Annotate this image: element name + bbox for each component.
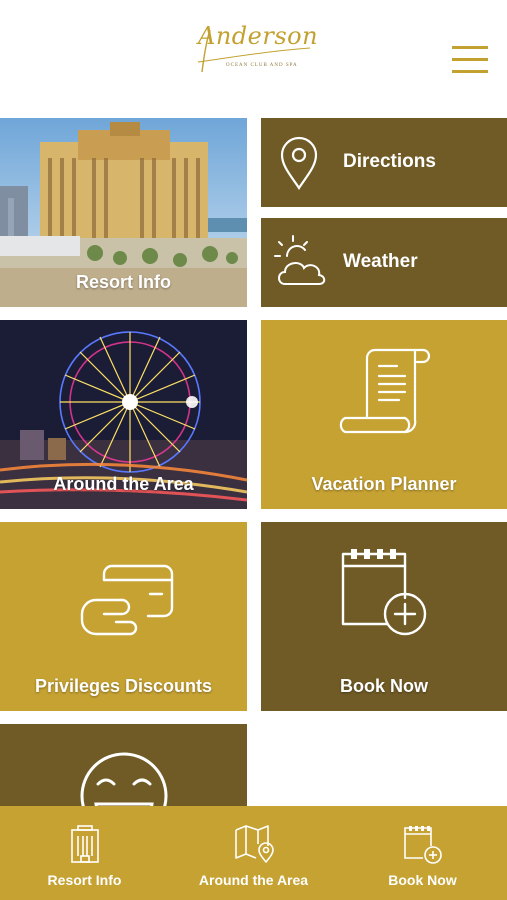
scroll-document-icon [339,348,431,434]
app-header: Anderson OCEAN CLUB AND SPA [0,0,507,110]
tab-around-the-area[interactable]: Around the Area [169,806,338,900]
building-icon [70,825,99,863]
tile-resort-info[interactable]: Resort Info [0,118,247,307]
tile-book-now[interactable]: Book Now [261,522,507,711]
tile-label: Resort Info [75,272,171,292]
tile-vacation-planner[interactable]: Vacation Planner [261,320,507,509]
tile-partial-smiley[interactable] [0,724,247,806]
tile-label: Directions [343,151,436,172]
tile-label: Vacation Planner [311,474,457,494]
tile-label: Book Now [340,676,428,696]
tab-label: Around the Area [198,872,309,888]
anderson-logo: Anderson OCEAN CLUB AND SPA [196,22,319,84]
tile-privileges-discounts[interactable]: Privileges Discounts [0,522,247,711]
tab-label: Book Now [388,872,457,888]
tile-label: Weather [343,251,418,272]
bottom-tab-bar: Resort Info Around the Area Book Now [0,806,507,900]
map-pin-icon [234,825,274,863]
weather-cloud-sun-icon [274,235,326,285]
calendar-plus-icon [403,826,442,864]
logo-subtitle: OCEAN CLUB AND SPA [226,63,298,68]
logo-wordmark: Anderson [198,22,319,50]
tab-label: Resort Info [47,872,122,888]
tab-resort-info[interactable]: Resort Info [0,806,169,900]
tab-book-now[interactable]: Book Now [338,806,507,900]
tile-around-the-area[interactable]: Around the Area [0,320,247,509]
calendar-plus-icon [341,549,427,636]
menu-line [452,58,488,61]
tile-weather[interactable]: Weather [261,218,507,307]
credit-card-hand-icon [80,564,174,636]
hamburger-menu-button[interactable] [448,42,492,78]
tile-directions[interactable]: Directions [261,118,507,207]
menu-line [452,46,488,49]
tile-label: Privileges Discounts [34,676,213,696]
smiley-face-icon [80,752,168,806]
menu-line [452,70,488,73]
location-pin-icon [280,136,318,190]
tile-label: Around the Area [53,474,194,494]
